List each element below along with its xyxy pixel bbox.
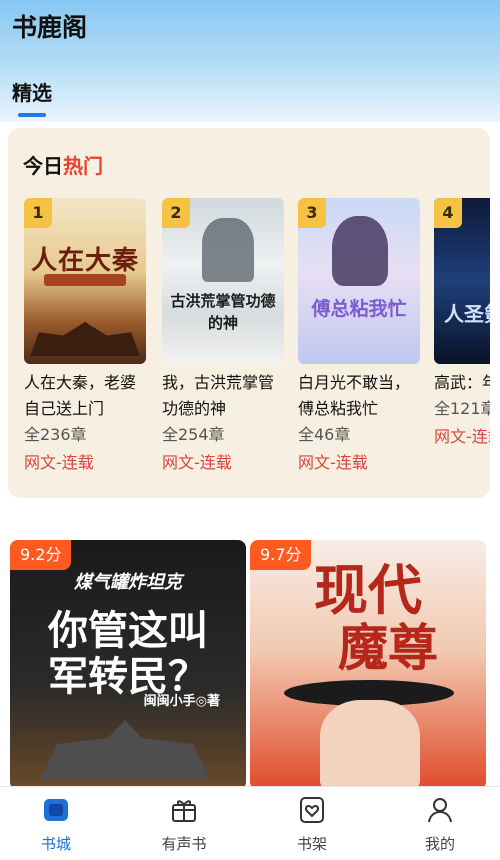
- book-item[interactable]: 人圣氪命 4 高武：年，氪 全121章 网文-连载: [434, 198, 490, 452]
- nav-label: 有声书: [161, 835, 207, 853]
- rank-badge: 1: [24, 198, 52, 228]
- bookstore-icon: [41, 795, 71, 825]
- rank-badge: 2: [162, 198, 190, 228]
- user-icon: [425, 795, 455, 825]
- tab-featured[interactable]: 精选: [12, 77, 52, 106]
- app-title: 书鹿阁: [12, 13, 88, 42]
- section-title: 今日热门: [23, 150, 103, 179]
- genre-tag: 网文-连载: [298, 453, 368, 472]
- nav-label: 书架: [296, 835, 327, 853]
- cover-subtitle: 煤气罐炸坦克: [74, 572, 182, 593]
- cover-figure: [332, 216, 388, 286]
- section-title-prefix: 今日: [23, 154, 63, 178]
- cover-title: 人在大秦: [30, 246, 139, 276]
- app-header: 书鹿阁 精选: [0, 0, 500, 122]
- cover-title: 傅总粘我忙: [311, 298, 407, 320]
- nav-bookshelf[interactable]: 书架: [262, 795, 362, 854]
- chapter-count: 全236章: [24, 425, 87, 444]
- score-badge: 9.7分: [250, 540, 312, 570]
- book-title[interactable]: 我，古洪荒掌管功德的神: [162, 370, 284, 422]
- genre-tag: 网文-连载: [24, 453, 94, 472]
- rank-badge: 3: [298, 198, 326, 228]
- book-item[interactable]: 人在大秦 1 人在大秦，老婆自己送上门 全236章 网文-连载: [24, 198, 146, 478]
- bookshelf-heart-icon: [297, 795, 327, 825]
- book-cover[interactable]: 古洪荒掌管功德的神 2: [162, 198, 284, 364]
- chapter-count: 全46章: [298, 425, 351, 444]
- cover-title-line: 魔尊: [338, 618, 438, 677]
- section-title-highlight: 热门: [63, 154, 103, 178]
- nav-label: 书城: [40, 835, 71, 853]
- book-cover[interactable]: 人在大秦 1: [24, 198, 146, 364]
- nav-label: 我的: [424, 835, 455, 853]
- cover-palace-silhouette: [30, 322, 140, 356]
- nav-profile[interactable]: 我的: [390, 795, 490, 854]
- book-cover[interactable]: 人圣氪命 4: [434, 198, 490, 364]
- nav-bookstore[interactable]: 书城: [6, 795, 106, 854]
- book-item[interactable]: 傅总粘我忙 3 白月光不敢当，傅总粘我忙 全46章 网文-连载: [298, 198, 420, 478]
- cover-title: 古洪荒掌管功德的神: [170, 292, 276, 332]
- book-title[interactable]: 人在大秦，老婆自己送上门: [24, 370, 146, 422]
- cover-figure: [202, 218, 254, 282]
- chapter-count: 全254章: [162, 425, 225, 444]
- featured-book-card[interactable]: 现代 魔尊 9.7分: [250, 540, 486, 790]
- score-badge: 9.2分: [10, 540, 72, 570]
- book-title[interactable]: 白月光不敢当，傅总粘我忙: [298, 370, 420, 422]
- rank-badge: 4: [434, 198, 462, 228]
- genre-tag: 网文-连载: [434, 427, 490, 446]
- cover-title: 人圣氪命: [444, 302, 490, 326]
- book-title[interactable]: 高武：年，氪: [434, 370, 490, 396]
- nav-audiobooks[interactable]: 有声书: [134, 795, 234, 854]
- cover-author: 闽闽小手◎著: [143, 694, 220, 709]
- cover-face: [320, 700, 420, 790]
- book-item[interactable]: 古洪荒掌管功德的神 2 我，古洪荒掌管功德的神 全254章 网文-连载: [162, 198, 284, 478]
- today-hot-section: 今日热门 人在大秦 1 人在大秦，老婆自己送上门 全236章 网文-连载 古洪荒…: [8, 128, 490, 498]
- genre-tag: 网文-连载: [162, 453, 232, 472]
- book-cover[interactable]: 傅总粘我忙 3: [298, 198, 420, 364]
- gift-box-icon: [169, 795, 199, 825]
- bottom-navigation: 书城 有声书 书架 我的: [0, 786, 500, 860]
- cover-tank-silhouette: [40, 720, 210, 780]
- chapter-count: 全121章: [434, 399, 490, 418]
- featured-book-card[interactable]: 煤气罐炸坦克 你管这叫 军转民？ 闽闽小手◎著 9.2分: [10, 540, 246, 790]
- cover-banner: [44, 274, 126, 286]
- tab-indicator: [18, 113, 46, 117]
